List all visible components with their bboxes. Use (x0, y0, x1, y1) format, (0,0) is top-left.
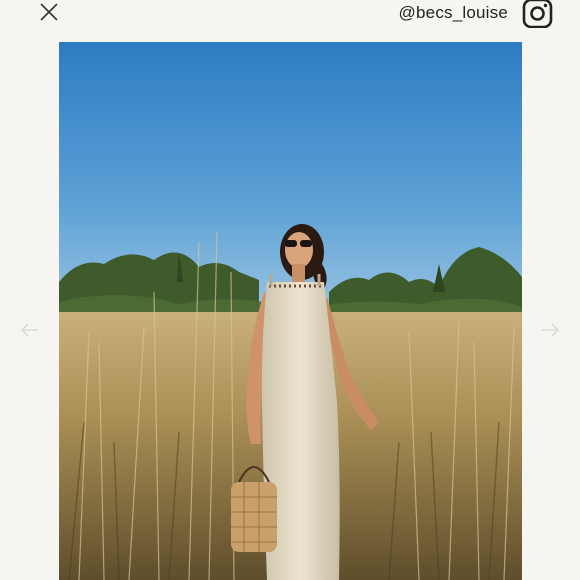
next-photo-button[interactable] (538, 318, 562, 342)
close-icon (40, 3, 58, 21)
main-photo (59, 42, 522, 580)
instagram-button[interactable] (522, 0, 554, 29)
arrow-right-icon (542, 323, 560, 337)
user-handle[interactable]: @becs_louise (399, 3, 508, 23)
arrow-left-icon (20, 323, 38, 337)
previous-photo-button[interactable] (18, 318, 42, 342)
photo-viewer: @becs_louise (0, 0, 580, 580)
close-button[interactable] (36, 0, 62, 26)
instagram-icon (522, 0, 553, 29)
